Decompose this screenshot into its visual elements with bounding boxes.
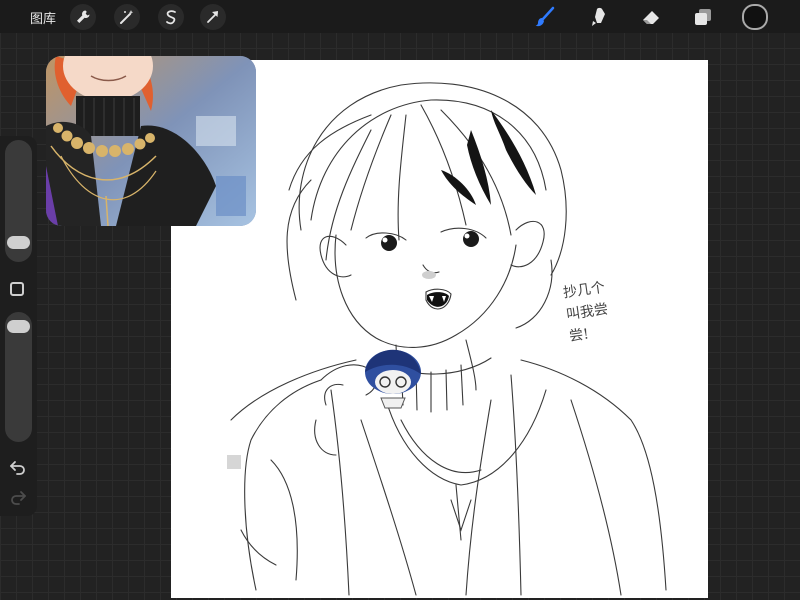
- modify-square-button[interactable]: [10, 282, 24, 296]
- brush-tool-button[interactable]: [532, 4, 558, 30]
- layers-button[interactable]: [690, 4, 716, 30]
- brush-size-slider[interactable]: [5, 140, 32, 262]
- smudge-tool-button[interactable]: [586, 4, 612, 30]
- opacity-thumb[interactable]: [7, 320, 30, 333]
- magic-wand-icon: [120, 10, 134, 24]
- transform-button[interactable]: [200, 4, 226, 30]
- redo-arrow-icon: [11, 491, 26, 505]
- transform-arrow-icon: [207, 11, 218, 23]
- wrench-icon: [77, 10, 90, 23]
- undo-button[interactable]: [8, 458, 28, 476]
- handwritten-note: 抄几个 叫我尝尝!: [562, 279, 609, 345]
- undo-arrow-icon: [10, 461, 25, 475]
- layers-icon: [695, 9, 711, 25]
- actions-wrench-button[interactable]: [70, 4, 96, 30]
- top-toolbar: 图库: [0, 0, 800, 33]
- smudge-icon: [592, 7, 605, 26]
- brush-icon: [535, 6, 555, 27]
- left-sidebar: [0, 136, 37, 516]
- opacity-slider[interactable]: [5, 312, 32, 442]
- gallery-button[interactable]: 图库: [30, 8, 56, 27]
- eraser-tool-button[interactable]: [638, 4, 664, 30]
- redo-button[interactable]: [8, 488, 28, 506]
- color-picker-button[interactable]: [742, 4, 768, 30]
- selection-icon: [166, 10, 176, 25]
- color-swatch-square[interactable]: [227, 455, 241, 469]
- eraser-icon: [643, 11, 659, 24]
- reference-image: [46, 56, 256, 226]
- brush-size-thumb[interactable]: [7, 236, 30, 249]
- reference-image-window[interactable]: [46, 56, 256, 226]
- selection-button[interactable]: [158, 4, 184, 30]
- adjustments-button[interactable]: [114, 4, 140, 30]
